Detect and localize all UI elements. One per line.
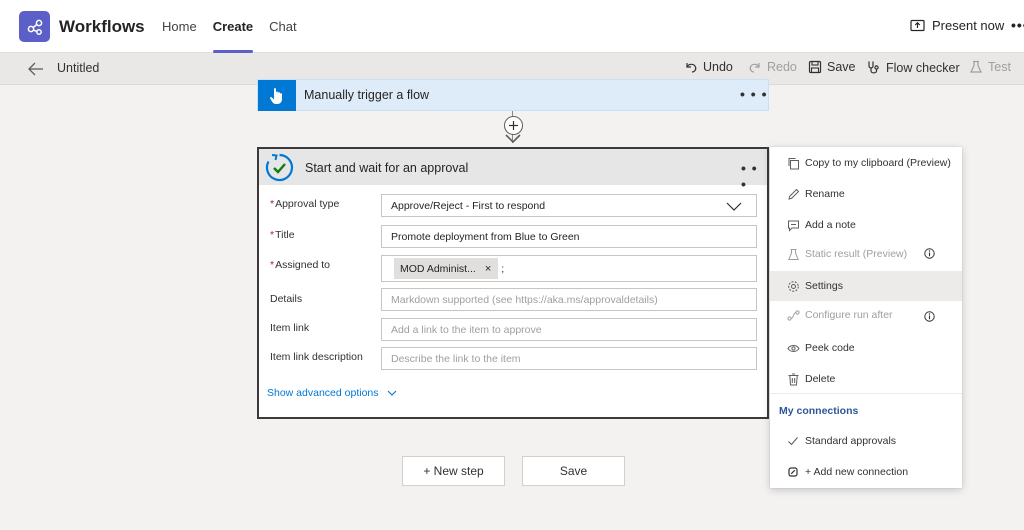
details-input[interactable]: Markdown supported (see https://aka.ms/a… xyxy=(381,288,757,311)
save-button[interactable]: Save xyxy=(522,456,625,486)
nav-create[interactable]: Create xyxy=(212,0,254,53)
item-link-input[interactable]: Add a link to the item to approve xyxy=(381,318,757,341)
assigned-to-label: *Assigned to xyxy=(270,259,330,271)
menu-item-label: Standard approvals xyxy=(805,435,897,447)
menu-item-label: + Add new connection xyxy=(805,466,909,478)
menu-item-label: Copy to my clipboard (Preview) xyxy=(805,157,951,169)
note-icon xyxy=(786,218,800,232)
approval-more-icon[interactable]: • • • xyxy=(741,160,767,192)
add-new-connection[interactable]: + Add new connection xyxy=(770,457,962,487)
menu-divider xyxy=(770,393,962,394)
menu-item-label: Rename xyxy=(805,188,845,200)
item-link-description-input[interactable]: Describe the link to the item xyxy=(381,347,757,370)
nav-home[interactable]: Home xyxy=(162,0,197,53)
app-bar: Workflows Home Create Chat Present now •… xyxy=(0,0,1024,53)
app-title: Workflows xyxy=(59,17,145,36)
trigger-more-icon[interactable]: • • • xyxy=(740,86,767,102)
present-now-button[interactable]: Present now xyxy=(910,18,1004,33)
trash-icon xyxy=(786,372,800,386)
menu-item-label: Delete xyxy=(805,373,836,385)
show-advanced-options-link[interactable]: Show advanced options xyxy=(267,387,397,399)
approval-type-value: Approve/Reject - First to respond xyxy=(391,199,546,212)
info-icon[interactable] xyxy=(924,311,935,322)
present-now-label: Present now xyxy=(932,18,1005,33)
connection-standard-approvals[interactable]: Standard approvals xyxy=(770,426,962,456)
menu-item-label: Peek code xyxy=(805,342,855,354)
menu-item-copy-to-clipboard[interactable]: Copy to my clipboard (Preview) xyxy=(770,148,962,178)
menu-item-configure-run-after[interactable]: Configure run after xyxy=(770,300,962,330)
beaker-icon xyxy=(786,247,800,261)
check-icon xyxy=(786,434,800,448)
title-label: *Title xyxy=(270,229,295,241)
assignee-chip-label: MOD Administ... xyxy=(400,262,476,275)
action-context-menu: Copy to my clipboard (Preview) Rename Ad… xyxy=(770,147,962,488)
redo-icon xyxy=(749,63,760,73)
menu-item-add-note[interactable]: Add a note xyxy=(770,210,962,240)
workflows-logo-icon[interactable] xyxy=(19,11,50,42)
show-advanced-options-label: Show advanced options xyxy=(267,387,379,399)
approval-icon xyxy=(265,153,294,182)
chevron-down-icon xyxy=(387,390,396,396)
details-label: Details xyxy=(270,293,303,305)
run-after-icon xyxy=(786,308,800,322)
arrow-down-icon xyxy=(505,134,521,144)
menu-item-delete[interactable]: Delete xyxy=(770,364,962,394)
item-link-label: Item link xyxy=(270,322,310,334)
menu-item-static-result[interactable]: Static result (Preview) xyxy=(770,239,962,269)
approval-card-title: Start and wait for an approval xyxy=(305,161,469,175)
connection-icon xyxy=(786,465,800,479)
menu-item-label: Settings xyxy=(805,280,843,292)
menu-item-label: Add a note xyxy=(805,219,856,231)
copy-icon xyxy=(786,156,800,170)
title-input[interactable]: Promote deployment from Blue to Green xyxy=(381,225,757,248)
back-arrow-icon[interactable] xyxy=(26,59,46,79)
top-nav: Home Create Chat xyxy=(162,0,313,53)
approval-action-card: Start and wait for an approval • • • *Ap… xyxy=(257,147,769,419)
save-command-button[interactable]: Save xyxy=(808,60,856,74)
approval-type-dropdown[interactable]: Approve/Reject - First to respond xyxy=(381,194,757,217)
menu-item-label: Static result (Preview) xyxy=(805,248,908,260)
menu-item-label: Configure run after xyxy=(805,309,893,321)
assignee-separator: ; xyxy=(501,262,505,275)
share-screen-icon xyxy=(910,19,925,31)
approval-card-header[interactable]: Start and wait for an approval • • • xyxy=(259,149,767,192)
menu-item-peek-code[interactable]: Peek code xyxy=(770,333,962,363)
new-step-button[interactable]: + New step xyxy=(402,456,505,486)
save-command-label: Save xyxy=(827,60,856,74)
assignee-chip[interactable]: MOD Administ... × xyxy=(394,258,499,279)
item-link-description-label: Item link description xyxy=(270,351,363,363)
redo-button[interactable]: Redo xyxy=(748,60,797,74)
stethoscope-icon xyxy=(868,61,879,74)
approval-type-label: *Approval type xyxy=(270,198,340,210)
more-options-icon[interactable]: ••• xyxy=(1011,17,1024,33)
trigger-title: Manually trigger a flow xyxy=(304,88,430,102)
flow-name[interactable]: Untitled xyxy=(57,61,99,75)
info-icon[interactable] xyxy=(924,248,935,259)
pencil-icon xyxy=(786,187,800,201)
hand-tap-icon xyxy=(258,80,296,111)
undo-icon xyxy=(686,63,697,73)
my-connections-heading: My connections xyxy=(779,405,859,417)
gear-icon xyxy=(786,279,800,293)
test-label: Test xyxy=(988,60,1011,74)
menu-item-settings[interactable]: Settings xyxy=(770,271,962,301)
nav-chat[interactable]: Chat xyxy=(269,0,296,53)
trigger-card[interactable]: Manually trigger a flow • • • xyxy=(257,79,769,111)
menu-item-rename[interactable]: Rename xyxy=(770,179,962,209)
test-button[interactable]: Test xyxy=(969,60,1011,74)
flow-checker-button[interactable]: Flow checker xyxy=(866,60,960,75)
chevron-down-icon xyxy=(726,202,742,211)
flow-checker-label: Flow checker xyxy=(886,60,960,75)
redo-label: Redo xyxy=(767,60,797,74)
undo-label: Undo xyxy=(703,60,733,74)
save-icon xyxy=(808,60,822,74)
insert-step-icon[interactable] xyxy=(504,116,523,135)
remove-assignee-icon[interactable]: × xyxy=(485,263,491,275)
flask-icon xyxy=(970,60,982,73)
undo-button[interactable]: Undo xyxy=(684,60,733,74)
eye-icon xyxy=(786,341,800,355)
assigned-to-input[interactable]: MOD Administ... × ; xyxy=(381,255,757,282)
